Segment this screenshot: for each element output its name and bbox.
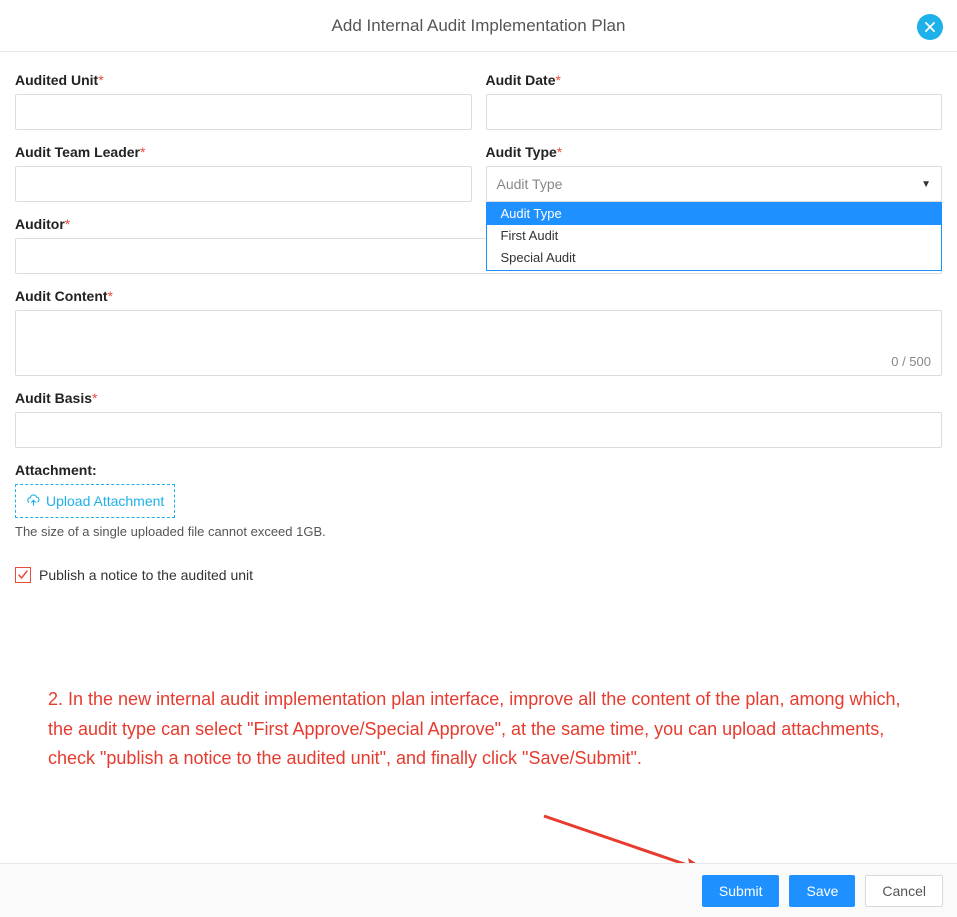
label-audited-unit: Audited Unit* (15, 72, 472, 88)
field-audit-type: Audit Type* Audit Type ▼ Audit Type Firs… (486, 144, 943, 202)
dialog-footer: Submit Save Cancel (0, 863, 957, 917)
annotation-text: 2. In the new internal audit implementat… (48, 685, 917, 774)
dialog-title: Add Internal Audit Implementation Plan (332, 16, 626, 36)
field-audit-date: Audit Date* (486, 72, 943, 130)
audit-type-selected: Audit Type (497, 176, 563, 192)
label-audit-type: Audit Type* (486, 144, 943, 160)
label-team-leader: Audit Team Leader* (15, 144, 472, 160)
cloud-upload-icon (26, 494, 41, 509)
audit-date-input[interactable] (486, 94, 943, 130)
save-button[interactable]: Save (789, 875, 855, 907)
audit-type-dropdown: Audit Type First Audit Special Audit (486, 202, 943, 271)
field-team-leader: Audit Team Leader* (15, 144, 472, 202)
cancel-button[interactable]: Cancel (865, 875, 943, 907)
close-icon (923, 20, 937, 34)
submit-button[interactable]: Submit (702, 875, 780, 907)
upload-hint: The size of a single uploaded file canno… (15, 524, 942, 539)
close-button[interactable] (917, 14, 943, 40)
audit-type-option[interactable]: First Audit (487, 225, 942, 247)
publish-checkbox[interactable] (15, 567, 31, 583)
publish-checkbox-row: Publish a notice to the audited unit (15, 567, 942, 583)
upload-button-label: Upload Attachment (46, 493, 164, 509)
label-attachment: Attachment: (15, 462, 942, 478)
audited-unit-input[interactable] (15, 94, 472, 130)
audit-type-option[interactable]: Audit Type (487, 203, 942, 225)
label-audit-content: Audit Content* (15, 288, 942, 304)
label-audit-basis: Audit Basis* (15, 390, 942, 406)
audit-type-select[interactable]: Audit Type ▼ (486, 166, 943, 202)
team-leader-input[interactable] (15, 166, 472, 202)
char-counter: 0 / 500 (891, 354, 931, 369)
field-audit-basis: Audit Basis* (15, 390, 942, 448)
label-audit-date: Audit Date* (486, 72, 943, 88)
dialog-header: Add Internal Audit Implementation Plan (0, 0, 957, 52)
chevron-down-icon: ▼ (921, 179, 931, 190)
audit-content-textarea[interactable]: 0 / 500 (15, 310, 942, 376)
checkmark-icon (17, 569, 29, 581)
field-attachment: Attachment: Upload Attachment The size o… (15, 462, 942, 539)
field-audited-unit: Audited Unit* (15, 72, 472, 130)
publish-checkbox-label: Publish a notice to the audited unit (39, 567, 253, 583)
upload-attachment-button[interactable]: Upload Attachment (15, 484, 175, 518)
audit-basis-input[interactable] (15, 412, 942, 448)
audit-type-option[interactable]: Special Audit (487, 247, 942, 269)
field-audit-content: Audit Content* 0 / 500 (15, 288, 942, 376)
form-body: Audited Unit* Audit Date* Audit Team Lea… (0, 52, 957, 583)
